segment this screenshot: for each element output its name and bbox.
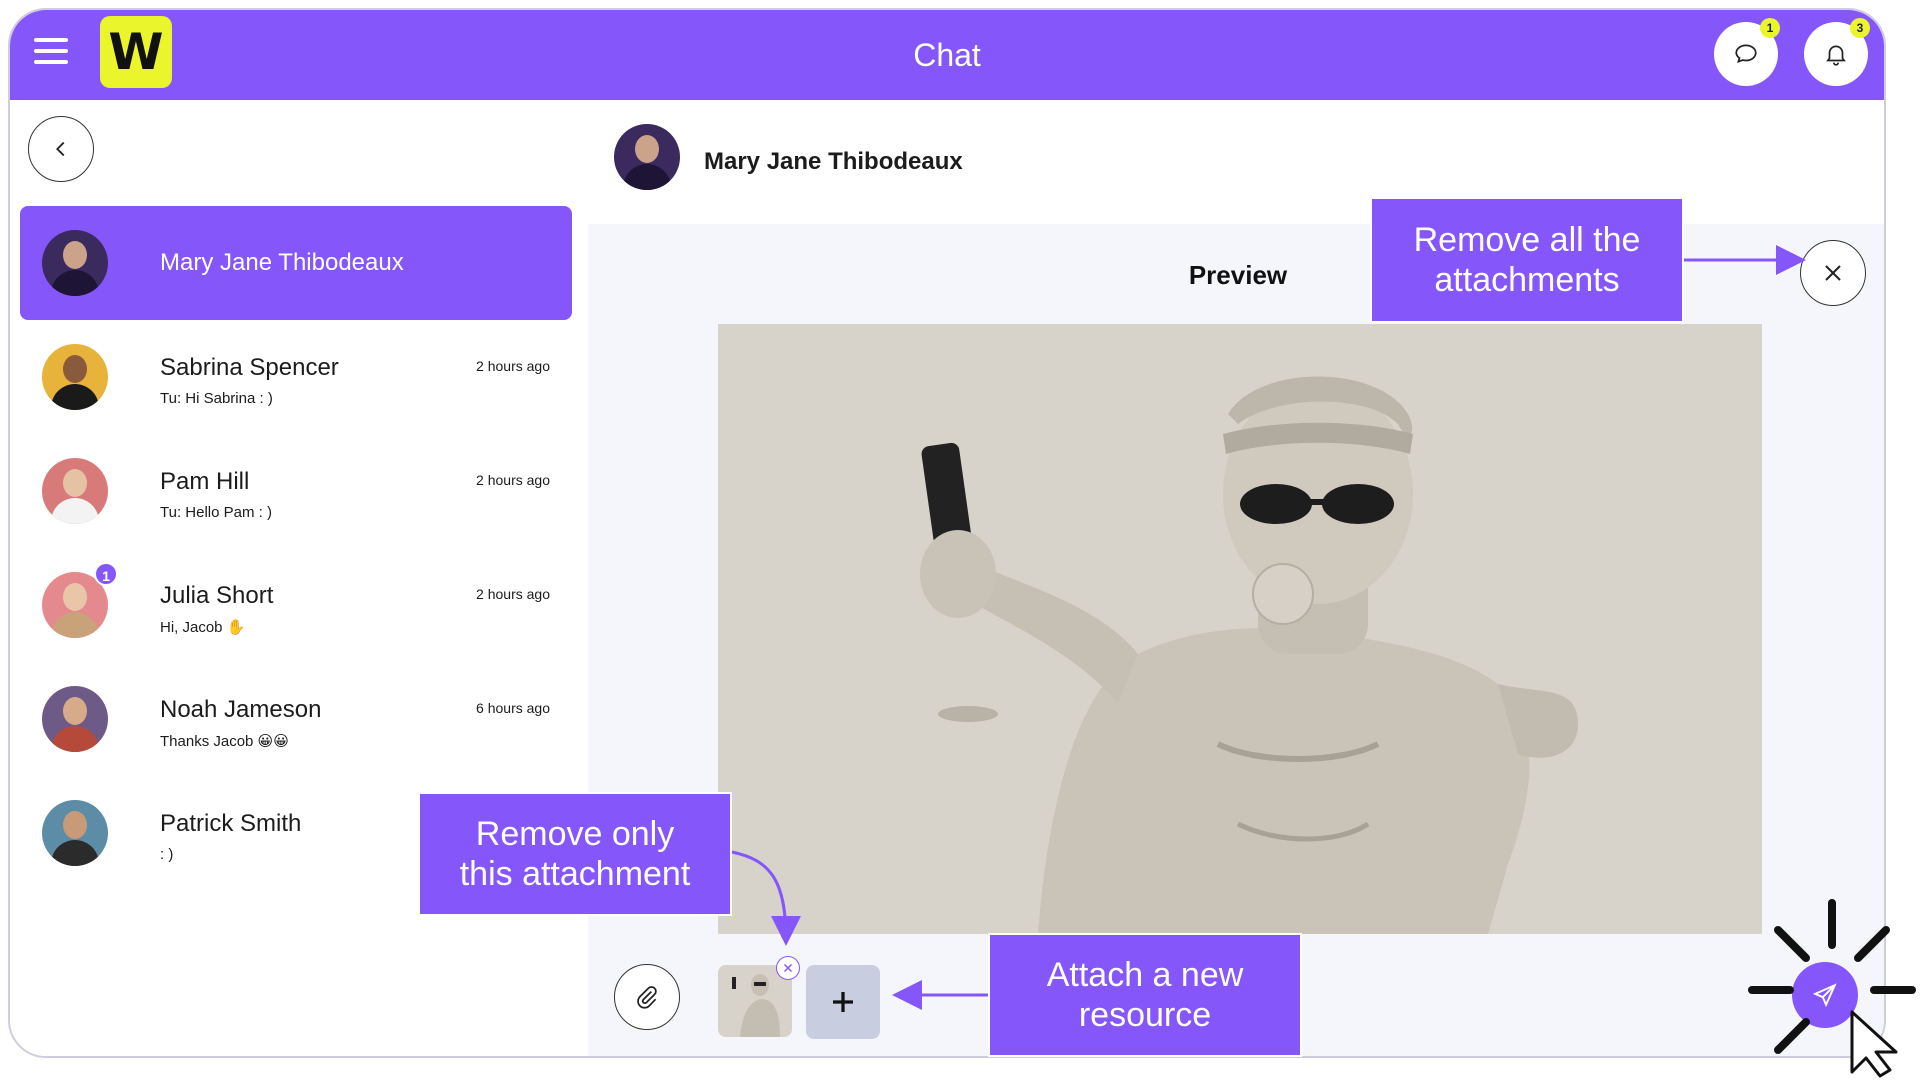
paper-plane-icon bbox=[1812, 983, 1837, 1008]
avatar bbox=[614, 124, 680, 190]
messages-button[interactable]: 1 bbox=[1714, 18, 1780, 86]
callout-remove-all: Remove all the attachments bbox=[1370, 197, 1684, 323]
messages-count-badge: 1 bbox=[1760, 18, 1780, 38]
contact-timestamp: 2 hours ago bbox=[476, 472, 550, 488]
preview-title: Preview bbox=[1188, 260, 1288, 290]
close-icon bbox=[783, 963, 793, 973]
bell-icon bbox=[1826, 45, 1846, 66]
chevron-left-icon bbox=[56, 141, 65, 157]
callout-text-line: attachments bbox=[1434, 261, 1620, 299]
attachment-preview-image bbox=[718, 324, 1762, 934]
chat-header: Mary Jane Thibodeaux bbox=[588, 100, 1884, 224]
attach-file-button[interactable] bbox=[614, 964, 680, 1030]
chat-bubble-icon bbox=[1735, 44, 1757, 63]
callout-text-line: Remove only bbox=[475, 815, 675, 853]
avatar bbox=[42, 686, 108, 752]
add-attachment-button[interactable] bbox=[806, 965, 880, 1039]
hamburger-menu-icon[interactable] bbox=[34, 38, 68, 66]
contact-name: Pam Hill bbox=[160, 468, 250, 495]
chat-panel: Mary Jane Thibodeaux Preview bbox=[588, 100, 1884, 1056]
contact-last-message: Tu: Hi Sabrina : ) bbox=[160, 390, 273, 407]
callout-text-line: Remove all the bbox=[1413, 221, 1641, 259]
contact-last-message: Hi, Jacob ✋ bbox=[160, 619, 246, 636]
contact-item-noah[interactable]: Noah Jameson Thanks Jacob 😀😀 6 hours ago bbox=[20, 662, 572, 776]
plus-icon bbox=[833, 992, 853, 1012]
app-logo[interactable]: W bbox=[100, 16, 172, 88]
top-header-bar: W Chat 1 3 bbox=[10, 10, 1884, 100]
statue-photo-illustration bbox=[718, 324, 1762, 934]
notifications-button[interactable]: 3 bbox=[1804, 18, 1870, 86]
notifications-count-badge: 3 bbox=[1850, 18, 1870, 38]
callout-text-line: this attachment bbox=[459, 855, 691, 893]
contact-name: Patrick Smith bbox=[160, 810, 302, 837]
contact-item-sabrina[interactable]: Sabrina Spencer Tu: Hi Sabrina : ) 2 hou… bbox=[20, 320, 572, 434]
contact-timestamp: 2 hours ago bbox=[476, 358, 550, 374]
contact-last-message: Tu: Hello Pam : ) bbox=[160, 504, 272, 521]
contact-item-pam[interactable]: Pam Hill Tu: Hello Pam : ) 2 hours ago bbox=[20, 434, 572, 548]
callout-attach-new: Attach a new resource bbox=[988, 933, 1302, 1057]
contact-name: Noah Jameson bbox=[160, 696, 322, 723]
contact-timestamp: 6 hours ago bbox=[476, 700, 550, 716]
close-icon bbox=[1825, 265, 1841, 281]
contact-last-message: Thanks Jacob 😀😀 bbox=[160, 733, 289, 750]
chat-app-window: W Chat 1 3 Mary Jane Thibodeaux Sabrina … bbox=[8, 8, 1886, 1058]
page-title: Chat bbox=[913, 37, 981, 73]
contact-name: Sabrina Spencer bbox=[160, 354, 339, 381]
send-button[interactable] bbox=[1792, 962, 1858, 1028]
avatar bbox=[42, 800, 108, 866]
callout-text-line: Attach a new bbox=[1046, 956, 1244, 994]
avatar bbox=[42, 344, 108, 410]
remove-all-attachments-button[interactable] bbox=[1800, 240, 1866, 306]
contact-last-message: : ) bbox=[160, 846, 174, 863]
paperclip-icon bbox=[637, 986, 657, 1009]
callout-remove-one: Remove only this attachment bbox=[418, 792, 732, 916]
avatar bbox=[42, 458, 108, 524]
contact-name: Mary Jane Thibodeaux bbox=[160, 249, 404, 276]
contact-timestamp: 2 hours ago bbox=[476, 586, 550, 602]
callout-text-line: resource bbox=[1078, 996, 1212, 1034]
chat-contact-name: Mary Jane Thibodeaux bbox=[704, 148, 963, 175]
contact-item-julia[interactable]: 1 Julia Short Hi, Jacob ✋ 2 hours ago bbox=[20, 548, 572, 662]
back-button[interactable] bbox=[28, 116, 94, 182]
unread-badge: 1 bbox=[94, 562, 118, 586]
remove-attachment-button[interactable] bbox=[776, 956, 800, 980]
contact-item-mary-jane[interactable]: Mary Jane Thibodeaux bbox=[20, 206, 572, 320]
avatar bbox=[42, 230, 108, 296]
contact-name: Julia Short bbox=[160, 582, 274, 609]
